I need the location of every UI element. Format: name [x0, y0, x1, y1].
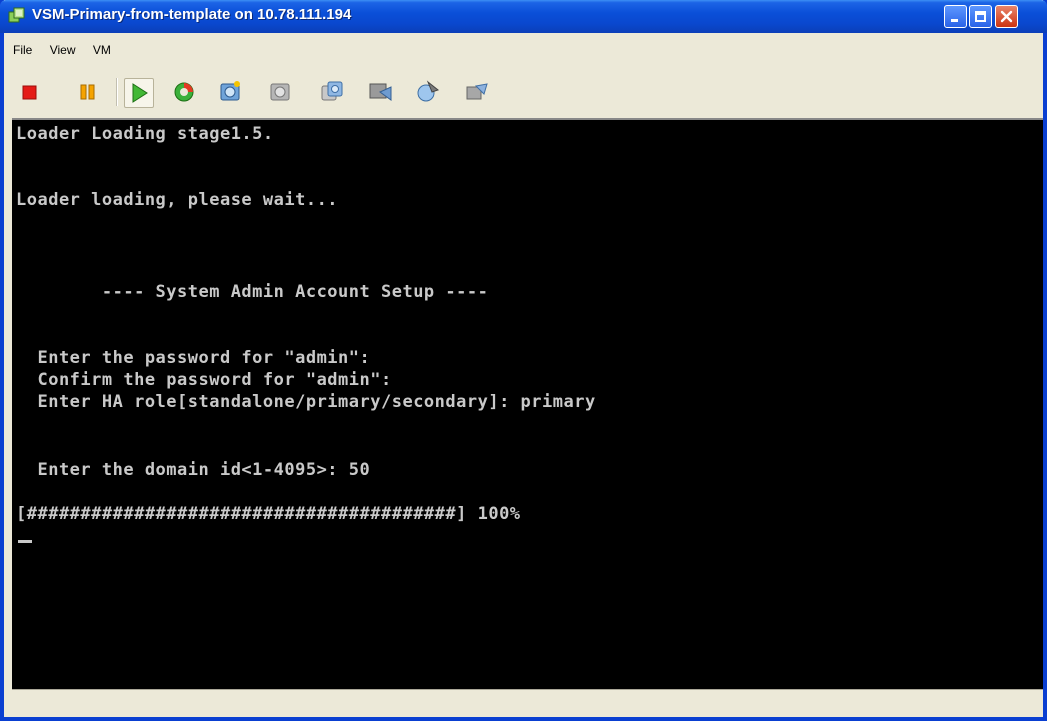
console-line: Confirm the password for "admin": — [16, 370, 392, 390]
console-line: Enter the domain id<1-4095>: 50 — [16, 460, 371, 480]
status-bar — [12, 689, 1043, 714]
menu-file[interactable]: File — [8, 38, 37, 57]
connect-device-icon[interactable] — [366, 78, 394, 106]
console-line: ---- System Admin Account Setup ---- — [16, 282, 489, 302]
power-off-icon[interactable] — [16, 78, 44, 106]
install-tools-icon[interactable] — [414, 78, 442, 106]
menu-bar: File View VM — [4, 38, 1043, 64]
progress-line: [#######################################… — [16, 504, 521, 524]
close-button[interactable] — [995, 5, 1018, 28]
settings-icon[interactable] — [462, 78, 490, 106]
menu-vm[interactable]: VM — [88, 38, 116, 57]
title-bar[interactable]: VSM-Primary-from-template on 10.78.111.1… — [0, 0, 1047, 33]
console-line: Loader loading, please wait... — [16, 190, 339, 210]
text-cursor — [18, 540, 32, 543]
snapshot-icon[interactable] — [216, 78, 244, 106]
maximize-button[interactable] — [969, 5, 992, 28]
console-line: Enter the password for "admin": — [16, 348, 371, 368]
revert-snapshot-icon[interactable] — [266, 78, 294, 106]
vm-console-screen[interactable]: Loader Loading stage1.5. Loader loading,… — [12, 118, 1043, 689]
console-line: Enter HA role[standalone/primary/seconda… — [16, 392, 596, 412]
vm-console-window: VSM-Primary-from-template on 10.78.111.1… — [0, 0, 1047, 721]
minimize-button[interactable] — [944, 5, 967, 28]
reset-icon[interactable] — [170, 78, 198, 106]
toolbar — [4, 68, 1043, 116]
console-line: Loader Loading stage1.5. — [16, 124, 274, 144]
menu-view[interactable]: View — [45, 38, 81, 57]
snapshot-manager-icon[interactable] — [318, 78, 346, 106]
power-on-icon[interactable] — [124, 78, 154, 108]
suspend-icon[interactable] — [74, 78, 102, 106]
window-title: VSM-Primary-from-template on 10.78.111.1… — [32, 6, 352, 23]
vm-app-icon — [8, 7, 26, 25]
